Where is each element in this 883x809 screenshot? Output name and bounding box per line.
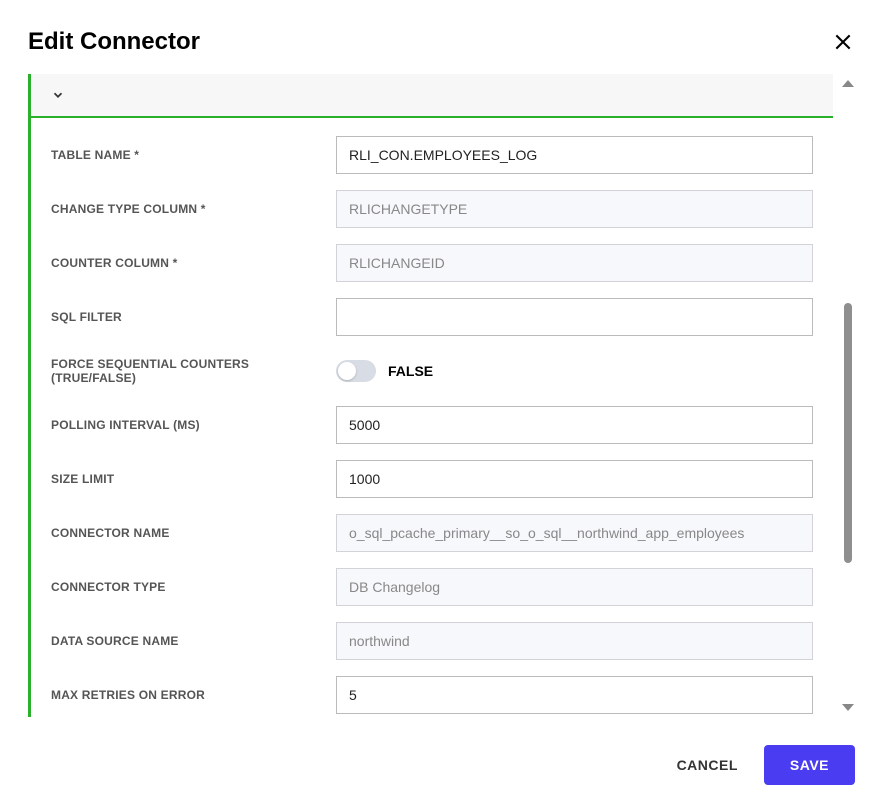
- input-change-type-column: [336, 190, 813, 228]
- label-table-name: TABLE NAME *: [51, 148, 336, 162]
- field-polling-interval: POLLING INTERVAL (MS): [51, 406, 813, 444]
- input-connector-name: [336, 514, 813, 552]
- input-table-name[interactable]: [336, 136, 813, 174]
- chevron-down-icon: [51, 88, 65, 102]
- field-counter-column: COUNTER COLUMN *: [51, 244, 813, 282]
- scroll-thumb[interactable]: [844, 303, 852, 563]
- field-connector-type: CONNECTOR TYPE: [51, 568, 813, 606]
- input-polling-interval[interactable]: [336, 406, 813, 444]
- close-button[interactable]: [831, 30, 855, 54]
- label-force-sequential: FORCE SEQUENTIAL COUNTERS (TRUE/FALSE): [51, 357, 336, 385]
- label-max-retries-error: MAX RETRIES ON ERROR: [51, 688, 336, 702]
- field-force-sequential-counters: FORCE SEQUENTIAL COUNTERS (TRUE/FALSE) F…: [51, 352, 813, 390]
- toggle-force-sequential[interactable]: [336, 360, 376, 382]
- scroll-up-icon[interactable]: [842, 80, 854, 87]
- label-connector-type: CONNECTOR TYPE: [51, 580, 336, 594]
- label-data-source-name: DATA SOURCE NAME: [51, 634, 336, 648]
- close-icon: [833, 32, 853, 52]
- field-max-retries-error: MAX RETRIES ON ERROR: [51, 676, 813, 714]
- form-body: TABLE NAME * CHANGE TYPE COLUMN * COUNTE…: [31, 118, 833, 717]
- form-panel: TABLE NAME * CHANGE TYPE COLUMN * COUNTE…: [28, 74, 833, 717]
- label-size-limit: SIZE LIMIT: [51, 472, 336, 486]
- modal-header: Edit Connector: [0, 0, 883, 74]
- field-connector-name: CONNECTOR NAME: [51, 514, 813, 552]
- field-change-type-column: CHANGE TYPE COLUMN *: [51, 190, 813, 228]
- section-header[interactable]: [31, 74, 833, 118]
- input-sql-filter[interactable]: [336, 298, 813, 336]
- field-data-source-name: DATA SOURCE NAME: [51, 622, 813, 660]
- label-counter-column: COUNTER COLUMN *: [51, 256, 336, 270]
- edit-connector-modal: Edit Connector TABLE NAME * CHANGE TYPE …: [0, 0, 883, 809]
- input-data-source-name: [336, 622, 813, 660]
- label-polling-interval: POLLING INTERVAL (MS): [51, 418, 336, 432]
- modal-content: TABLE NAME * CHANGE TYPE COLUMN * COUNTE…: [0, 74, 883, 717]
- input-counter-column: [336, 244, 813, 282]
- input-connector-type: [336, 568, 813, 606]
- input-size-limit[interactable]: [336, 460, 813, 498]
- field-size-limit: SIZE LIMIT: [51, 460, 813, 498]
- save-button[interactable]: SAVE: [764, 745, 855, 785]
- scroll-track[interactable]: [844, 93, 852, 698]
- scrollbar[interactable]: [841, 74, 855, 717]
- scroll-down-icon[interactable]: [842, 704, 854, 711]
- field-sql-filter: SQL FILTER: [51, 298, 813, 336]
- label-connector-name: CONNECTOR NAME: [51, 526, 336, 540]
- toggle-value-label: FALSE: [388, 363, 433, 379]
- cancel-button[interactable]: CANCEL: [677, 757, 738, 773]
- toggle-knob: [338, 362, 356, 380]
- input-max-retries-error[interactable]: [336, 676, 813, 714]
- modal-footer: CANCEL SAVE: [0, 717, 883, 809]
- modal-title: Edit Connector: [28, 28, 200, 56]
- label-change-type-column: CHANGE TYPE COLUMN *: [51, 202, 336, 216]
- field-table-name: TABLE NAME *: [51, 136, 813, 174]
- label-sql-filter: SQL FILTER: [51, 310, 336, 324]
